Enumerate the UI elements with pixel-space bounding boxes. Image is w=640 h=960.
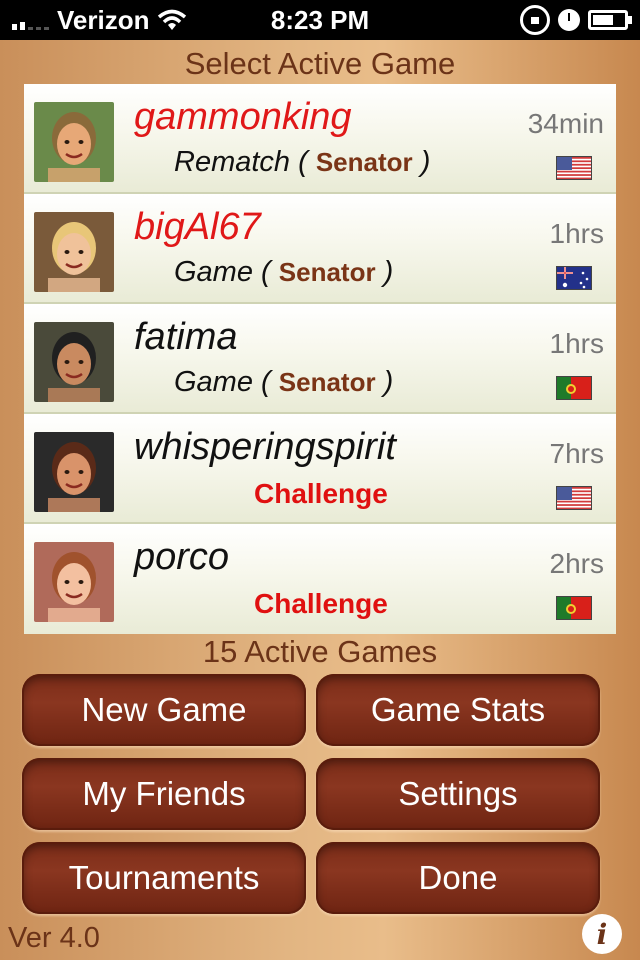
tournaments-button[interactable]: Tournaments [22, 842, 306, 914]
active-games-count: 15 Active Games [202, 634, 438, 669]
player-name: whisperingspirit [134, 426, 396, 468]
last-move-time: 34min [527, 108, 604, 139]
wifi-icon [158, 9, 187, 30]
player-avatar [34, 542, 114, 622]
country-flag-icon [556, 596, 592, 620]
game-row[interactable]: porco Challenge 2hrs [24, 524, 616, 634]
battery-icon [588, 10, 632, 30]
active-games-list: gammonking Rematch ( Senator ) 34min bigAl… [24, 84, 616, 634]
game-type-label: Game [174, 366, 253, 398]
game-type-label: Rematch [174, 146, 291, 178]
country-flag-icon [556, 156, 592, 180]
game-type: Game ( Senator ) [174, 256, 394, 288]
last-move-time: 7hrs [549, 438, 604, 469]
game-row[interactable]: whisperingspirit Challenge 7hrs [24, 414, 616, 524]
settings-button[interactable]: Settings [316, 758, 600, 830]
game-row[interactable]: bigAl67 Game ( Senator ) 1hrs [24, 194, 616, 304]
game-row[interactable]: fatima Game ( Senator ) 1hrs [24, 304, 616, 414]
game-row[interactable]: gammonking Rematch ( Senator ) 34min [24, 84, 616, 194]
challenge-label: Challenge [254, 588, 388, 619]
player-name: fatima [134, 316, 238, 358]
player-avatar [34, 102, 114, 182]
rotation-lock-icon [520, 5, 550, 35]
status-right [520, 5, 632, 35]
game-type-label: Game [174, 256, 253, 288]
opponent-name: Senator [278, 367, 376, 397]
last-move-time: 2hrs [549, 548, 604, 579]
country-flag-icon [556, 376, 592, 400]
new-game-button[interactable]: New Game [22, 674, 306, 746]
version-label: Ver 4.0 [8, 922, 100, 954]
last-move-time: 1hrs [549, 218, 604, 249]
player-name: gammonking [134, 96, 352, 138]
alarm-clock-icon [558, 9, 580, 31]
info-icon[interactable]: i [584, 916, 620, 952]
game-type: Game ( Senator ) [174, 366, 394, 398]
player-avatar [34, 322, 114, 402]
challenge-label: Challenge [254, 478, 388, 509]
game-stats-button[interactable]: Game Stats [316, 674, 600, 746]
player-avatar [34, 212, 114, 292]
country-flag-icon [556, 486, 592, 510]
player-avatar [34, 432, 114, 512]
player-name: porco [134, 536, 230, 578]
my-friends-button[interactable]: My Friends [22, 758, 306, 830]
status-bar: Verizon 8:23 PM [0, 0, 640, 40]
signal-strength-icon [12, 10, 49, 30]
opponent-name: Senator [315, 147, 413, 177]
done-button[interactable]: Done [316, 842, 600, 914]
opponent-name: Senator [278, 257, 376, 287]
game-type: Rematch ( Senator ) [174, 146, 431, 178]
last-move-time: 1hrs [549, 328, 604, 359]
player-name: bigAl67 [134, 206, 261, 248]
country-flag-icon [556, 266, 592, 290]
carrier-name: Verizon [57, 4, 150, 35]
page-title: Select Active Game [184, 46, 456, 81]
status-left: Verizon [12, 5, 187, 36]
